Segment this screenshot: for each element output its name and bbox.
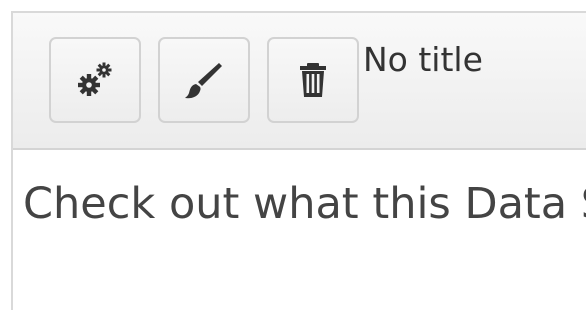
trash-icon [291, 58, 335, 102]
settings-button[interactable] [49, 37, 141, 123]
data-story-panel: No title Check out what this Data Story [11, 11, 586, 310]
brush-button[interactable] [158, 37, 250, 123]
story-description: Check out what this Data Story [23, 179, 586, 229]
panel-header: No title [13, 13, 586, 150]
panel-body: Check out what this Data Story [13, 150, 586, 310]
delete-button[interactable] [267, 37, 359, 123]
brush-icon [182, 58, 226, 102]
gears-icon [73, 58, 117, 102]
panel-title: No title [363, 40, 483, 79]
